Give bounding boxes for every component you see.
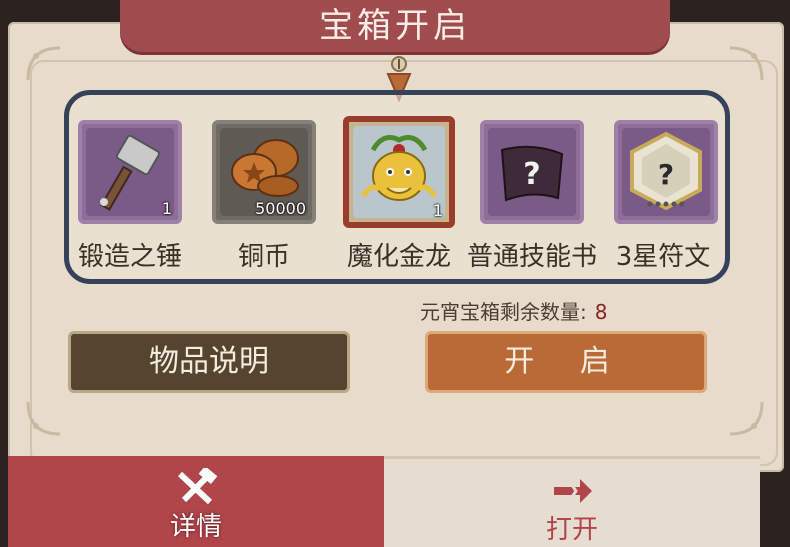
tab-open-label: 打开 xyxy=(545,515,598,545)
skill-scroll-icon: ? xyxy=(500,145,564,202)
reward-item-slot[interactable]: 50000 xyxy=(212,120,316,224)
rune-icon: ? xyxy=(630,131,702,211)
tab-open[interactable]: 打开 xyxy=(384,456,760,547)
dialog-title: 宝箱开启 xyxy=(319,6,471,46)
crossed-tools-icon xyxy=(177,468,218,505)
reward-item-slot[interactable]: ? xyxy=(480,120,584,224)
tab-details[interactable]: 详情 xyxy=(8,456,384,547)
item-label: 锻造之锤 xyxy=(77,242,182,272)
item-count: 1 xyxy=(161,199,172,218)
open-chest-button[interactable]: 开 启 xyxy=(425,331,707,393)
remaining-label: 元宵宝箱剩余数量: xyxy=(420,300,587,324)
tab-details-label: 详情 xyxy=(169,512,222,542)
corner-ornament-icon xyxy=(729,46,764,81)
item-info-button[interactable]: 物品说明 xyxy=(68,331,350,393)
item-label: 3星符文 xyxy=(615,242,711,272)
corner-ornament-icon xyxy=(26,401,61,436)
item-label: 铜币 xyxy=(237,242,290,272)
reward-item-slot[interactable]: ? xyxy=(614,120,718,224)
reward-item-slot[interactable]: 1 xyxy=(78,120,182,224)
svg-text:?: ? xyxy=(658,158,674,191)
reward-item-slot-selected[interactable]: 1 xyxy=(343,116,455,228)
item-count: 50000 xyxy=(255,199,306,218)
remaining-chests: 元宵宝箱剩余数量: 8 xyxy=(420,296,607,325)
hammer-icon xyxy=(100,134,160,211)
bottom-tab-bar: 详情 打开 xyxy=(8,456,784,547)
corner-ornament-icon xyxy=(26,46,61,81)
corner-ornament-icon xyxy=(729,401,764,436)
golden-dragon-icon xyxy=(360,135,438,201)
title-banner: 宝箱开启 xyxy=(120,0,670,52)
remaining-count: 8 xyxy=(594,300,608,324)
item-label: 普通技能书 xyxy=(467,242,598,272)
svg-text:?: ? xyxy=(523,157,540,192)
item-label: 魔化金龙 xyxy=(346,242,451,272)
swap-arrows-icon xyxy=(554,478,592,504)
item-count: 1 xyxy=(432,201,443,220)
